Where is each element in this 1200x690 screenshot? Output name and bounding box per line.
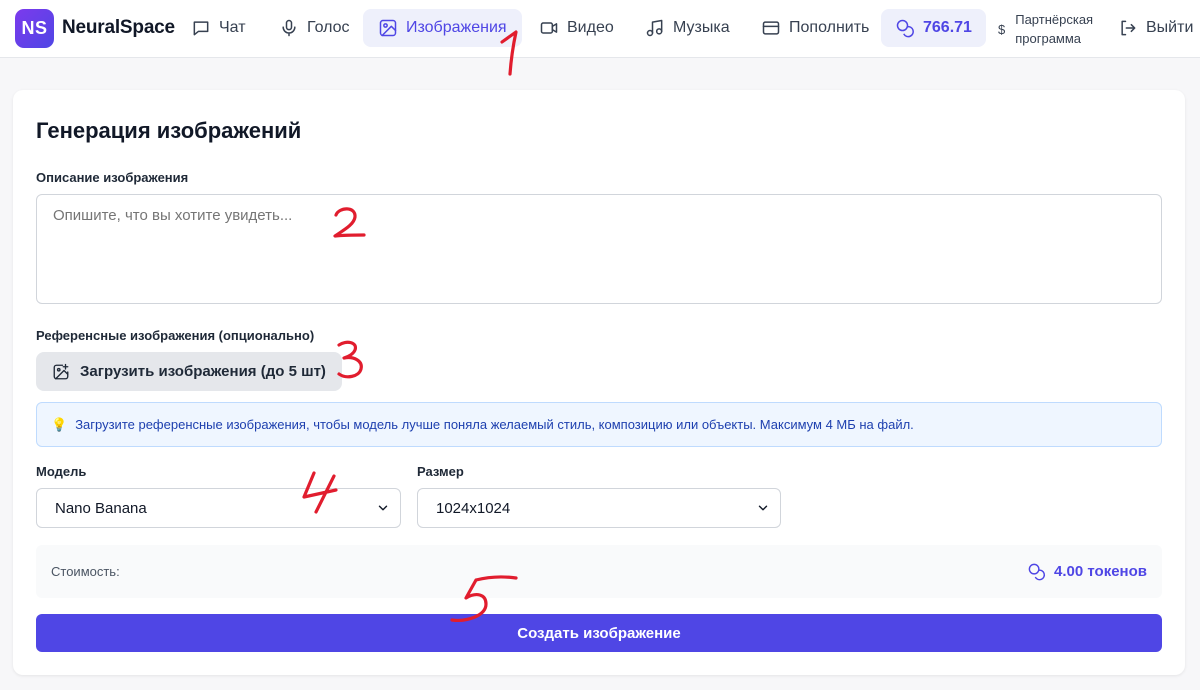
logout-icon bbox=[1121, 20, 1136, 36]
nav-video[interactable]: Видео bbox=[524, 9, 629, 47]
brand-name[interactable]: NeuralSpace bbox=[62, 17, 175, 39]
upload-images-label: Загрузить изображения (до 5 шт) bbox=[80, 363, 326, 380]
page-title: Генерация изображений bbox=[36, 118, 302, 143]
image-generation-card: Генерация изображений Описание изображен… bbox=[13, 90, 1185, 675]
model-select-value: Nano Banana bbox=[55, 499, 147, 517]
reference-hint-box: 💡 Загрузите референсные изображения, что… bbox=[36, 402, 1162, 447]
chevron-down-icon bbox=[376, 501, 390, 515]
nav-partner-program[interactable]: $ Партнёрская программа bbox=[998, 9, 1093, 49]
description-input[interactable] bbox=[36, 194, 1162, 304]
music-note-icon bbox=[646, 19, 663, 37]
balance-value: 766.71 bbox=[923, 19, 972, 36]
microphone-icon bbox=[282, 19, 296, 37]
model-select[interactable]: Nano Banana bbox=[36, 488, 401, 528]
logout-label: Выйти bbox=[1146, 19, 1194, 36]
cost-label: Стоимость: bbox=[51, 564, 120, 579]
partner-label-line2: программа bbox=[1015, 31, 1082, 46]
coins-icon bbox=[1028, 563, 1046, 581]
logout-button[interactable]: Выйти bbox=[1118, 9, 1193, 47]
nav-voice[interactable]: Голос bbox=[264, 9, 365, 47]
image-icon bbox=[379, 19, 397, 37]
nav-chat[interactable]: Чат bbox=[176, 9, 261, 47]
chat-bubble-icon bbox=[193, 21, 209, 36]
lightbulb-icon: 💡 bbox=[51, 416, 68, 432]
chevron-down-icon bbox=[756, 501, 770, 515]
nav-topup-label: Пополнить bbox=[789, 19, 870, 36]
create-image-button[interactable]: Создать изображение bbox=[36, 614, 1162, 652]
nav-topup[interactable]: Пополнить bbox=[746, 9, 884, 47]
nav-voice-label: Голос bbox=[307, 19, 350, 36]
balance-badge[interactable]: 766.71 bbox=[881, 9, 986, 47]
description-label: Описание изображения bbox=[36, 170, 189, 185]
cost-value-text: 4.00 токенов bbox=[1054, 563, 1147, 580]
upload-images-button[interactable]: Загрузить изображения (до 5 шт) bbox=[36, 352, 342, 391]
credit-card-icon bbox=[762, 21, 780, 35]
size-label: Размер bbox=[417, 464, 464, 479]
nav-music-label: Музыка bbox=[673, 19, 730, 36]
partner-label: Партнёрская программа bbox=[1015, 10, 1093, 48]
partner-label-line1: Партнёрская bbox=[1015, 12, 1094, 27]
size-select-value: 1024x1024 bbox=[436, 499, 511, 517]
brand-logo-text: NS bbox=[21, 18, 48, 38]
cost-panel: Стоимость: 4.00 токенов bbox=[36, 545, 1162, 598]
video-camera-icon bbox=[540, 22, 558, 34]
reference-images-label: Референсные изображения (опционально) bbox=[36, 328, 315, 343]
nav-images[interactable]: Изображения bbox=[363, 9, 522, 47]
model-label: Модель bbox=[36, 464, 87, 479]
create-image-label: Создать изображение bbox=[517, 624, 681, 642]
size-select[interactable]: 1024x1024 bbox=[417, 488, 781, 528]
nav-video-label: Видео bbox=[567, 19, 614, 36]
coins-icon bbox=[896, 19, 914, 38]
dollar-icon: $ bbox=[998, 21, 1006, 37]
nav-music[interactable]: Музыка bbox=[630, 9, 745, 47]
brand-logo[interactable]: NS bbox=[15, 9, 54, 48]
top-nav-bar: NS NeuralSpace Чат Голос Изображения Вид… bbox=[0, 0, 1200, 58]
cost-value: 4.00 токенов bbox=[1027, 562, 1147, 581]
nav-chat-label: Чат bbox=[219, 19, 246, 36]
image-upload-icon bbox=[53, 363, 69, 379]
reference-hint-text: Загрузите референсные изображения, чтобы… bbox=[75, 417, 914, 432]
nav-images-label: Изображения bbox=[406, 19, 507, 36]
